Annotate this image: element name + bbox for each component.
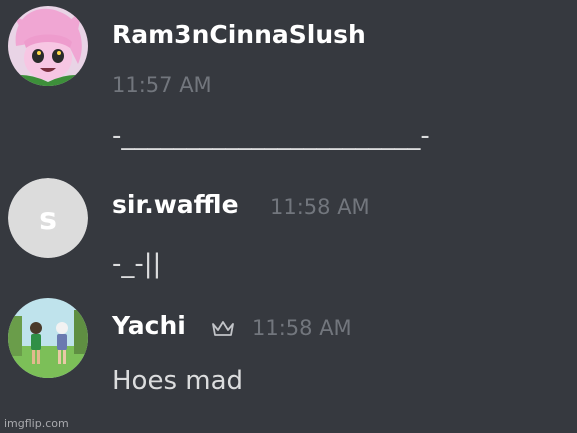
message-author[interactable]: Ram3nCinnaSlush bbox=[112, 20, 366, 50]
avatar-initial: s bbox=[39, 202, 57, 237]
default-avatar: s bbox=[8, 178, 88, 258]
chat-message-list: Ram3nCinnaSlush 11:57 AM -______________… bbox=[0, 0, 577, 433]
message-content: -_-|| bbox=[112, 249, 162, 279]
message-content: -_______________________- bbox=[112, 121, 430, 151]
user-avatar[interactable]: s bbox=[8, 178, 88, 258]
message-timestamp: 11:58 AM bbox=[270, 195, 370, 219]
anime-avatar-outdoor bbox=[8, 298, 88, 378]
watermark: imgflip.com bbox=[4, 417, 69, 430]
message-content: Hoes mad bbox=[112, 366, 244, 396]
message-timestamp: 11:58 AM bbox=[252, 316, 352, 340]
user-avatar[interactable] bbox=[8, 298, 88, 378]
anime-avatar-pink bbox=[8, 6, 88, 86]
crown-icon bbox=[210, 319, 236, 343]
message-author[interactable]: Yachi bbox=[112, 311, 186, 341]
message-author[interactable]: sir.waffle bbox=[112, 190, 239, 220]
message-timestamp: 11:57 AM bbox=[112, 73, 212, 97]
user-avatar[interactable] bbox=[8, 6, 88, 86]
